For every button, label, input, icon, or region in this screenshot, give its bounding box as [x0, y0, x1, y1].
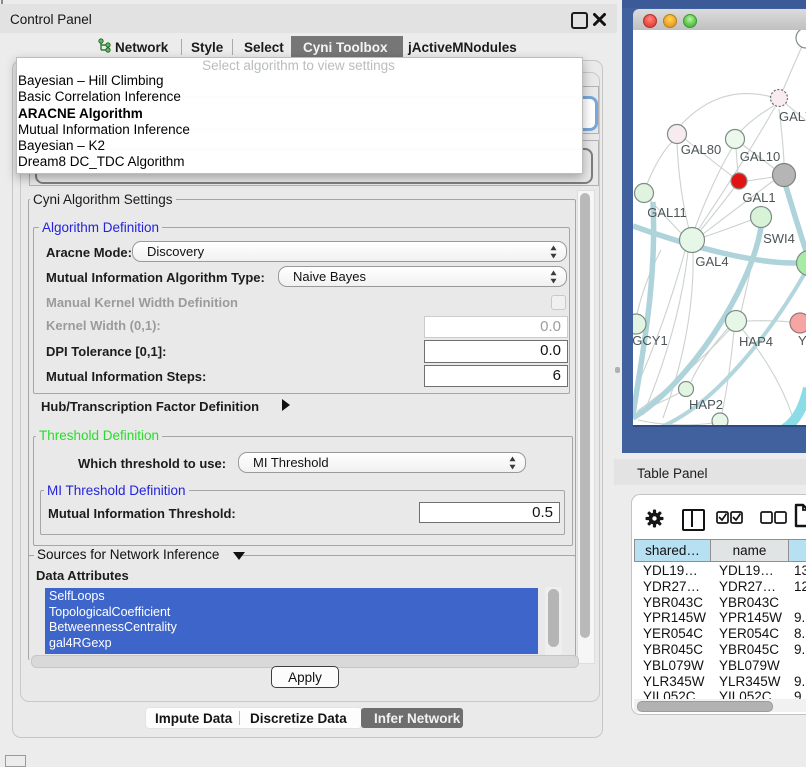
svg-text:YJL21: YJL21 — [798, 333, 806, 348]
svg-text:HAP4: HAP4 — [739, 334, 773, 349]
svg-text:GAL7: GAL7 — [779, 109, 806, 124]
svg-text:GAL80: GAL80 — [681, 142, 721, 157]
svg-text:GAL4: GAL4 — [695, 254, 728, 269]
svg-text:GCY1: GCY1 — [633, 333, 668, 348]
svg-text:SWI4: SWI4 — [763, 231, 795, 246]
svg-text:GAL1: GAL1 — [742, 190, 775, 205]
svg-text:HAP2: HAP2 — [689, 397, 723, 412]
svg-text:GAL11: GAL11 — [647, 205, 687, 220]
svg-text:GAL10: GAL10 — [740, 149, 780, 164]
